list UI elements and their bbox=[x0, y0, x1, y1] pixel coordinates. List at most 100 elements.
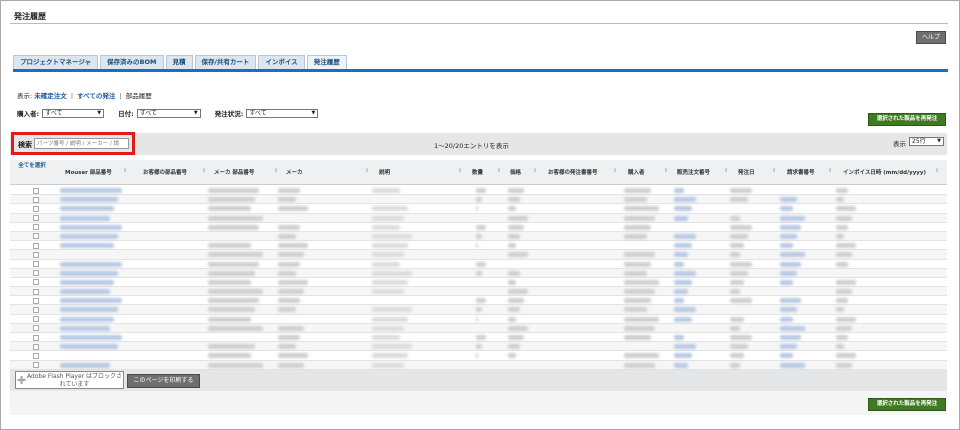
blurred-cell bbox=[372, 215, 404, 221]
blurred-cell bbox=[624, 197, 647, 203]
row-checkbox[interactable] bbox=[33, 251, 39, 258]
column-header[interactable]: インボイス日時 (mm/dd/yyyy) bbox=[843, 168, 926, 176]
blurred-cell bbox=[730, 335, 752, 340]
help-button[interactable]: ヘルプ bbox=[916, 31, 946, 44]
sort-icon[interactable]: ⇕ bbox=[533, 168, 537, 174]
blurred-cell bbox=[780, 224, 801, 230]
row-checkbox[interactable] bbox=[33, 306, 39, 313]
column-header[interactable]: メーカ bbox=[286, 168, 303, 176]
row-checkbox[interactable] bbox=[33, 270, 39, 277]
blurred-cell bbox=[730, 224, 752, 230]
link-unconfirmed-orders[interactable]: 未確定注文 bbox=[34, 92, 67, 100]
table-row[interactable] bbox=[10, 278, 947, 288]
row-checkbox[interactable] bbox=[33, 261, 39, 267]
row-checkbox[interactable] bbox=[33, 233, 39, 240]
status-select[interactable]: すべて ▼ bbox=[246, 108, 319, 118]
buyer-select[interactable]: すべて ▼ bbox=[42, 108, 105, 118]
print-page-button[interactable]: このページを印刷する bbox=[127, 374, 200, 388]
tab-saved-bom[interactable]: 保存済みのBOM bbox=[100, 55, 164, 69]
table-row[interactable] bbox=[10, 186, 947, 196]
blurred-cell bbox=[208, 197, 255, 203]
sort-icon[interactable]: ⇕ bbox=[365, 168, 369, 174]
table-row[interactable] bbox=[10, 296, 947, 306]
date-select[interactable]: すべて ▼ bbox=[136, 108, 201, 118]
tab-project-manager[interactable]: プロジェクトマネージャ bbox=[13, 55, 99, 69]
column-header[interactable]: 販売注文番号 bbox=[677, 168, 710, 176]
row-checkbox[interactable] bbox=[33, 352, 39, 359]
column-header[interactable]: お客様の部品番号 bbox=[143, 168, 187, 176]
table-row[interactable] bbox=[10, 241, 947, 251]
table-row[interactable] bbox=[10, 213, 947, 223]
row-checkbox[interactable] bbox=[33, 242, 39, 249]
column-header[interactable]: 説明 bbox=[379, 168, 390, 176]
column-header[interactable]: Mouser 部品番号 bbox=[65, 168, 112, 176]
table-row[interactable] bbox=[10, 360, 947, 370]
table-row[interactable] bbox=[10, 195, 947, 205]
table-row[interactable] bbox=[10, 333, 947, 343]
row-checkbox[interactable] bbox=[33, 334, 39, 341]
flash-blocked-notice[interactable]: Adobe Flash Player はブロックされています bbox=[15, 371, 124, 389]
row-checkbox[interactable] bbox=[33, 224, 39, 231]
sort-icon[interactable]: ⇕ bbox=[497, 168, 501, 174]
table-row[interactable] bbox=[10, 250, 947, 260]
table-row[interactable] bbox=[10, 260, 947, 269]
sort-icon[interactable]: ⇕ bbox=[123, 168, 127, 174]
reorder-selected-button-bottom[interactable]: 選択された製品を再発注 bbox=[868, 398, 946, 411]
tab-order-history[interactable]: 発注履歴 bbox=[306, 55, 347, 69]
table-row[interactable] bbox=[10, 231, 947, 242]
blurred-cell bbox=[674, 316, 692, 322]
blurred-cell bbox=[60, 233, 118, 239]
row-checkbox[interactable] bbox=[33, 316, 39, 323]
column-header[interactable]: 請求書番号 bbox=[787, 168, 815, 176]
blurred-cell bbox=[60, 188, 122, 193]
column-header[interactable]: 数量 bbox=[472, 168, 483, 176]
table-row[interactable] bbox=[10, 323, 947, 333]
column-header[interactable]: 価格 bbox=[510, 168, 521, 176]
table-row[interactable] bbox=[10, 342, 947, 352]
tab-saved-shared-cart[interactable]: 保存/共有カート bbox=[194, 55, 257, 69]
sort-icon[interactable]: ⇕ bbox=[935, 168, 939, 174]
sort-icon[interactable]: ⇕ bbox=[613, 168, 617, 174]
link-all-orders[interactable]: すべての発注 bbox=[77, 92, 115, 100]
tab-invoices[interactable]: インボイス bbox=[258, 55, 305, 69]
sort-icon[interactable]: ⇕ bbox=[664, 168, 668, 174]
column-header[interactable]: メーカ 部品番号 bbox=[214, 168, 254, 176]
table-row[interactable] bbox=[10, 223, 947, 232]
table-row[interactable] bbox=[10, 204, 947, 214]
row-checkbox[interactable] bbox=[33, 343, 39, 350]
table-row[interactable] bbox=[10, 305, 947, 315]
blurred-cell bbox=[674, 206, 692, 212]
row-checkbox[interactable] bbox=[33, 205, 39, 212]
table-row[interactable] bbox=[10, 315, 947, 324]
row-checkbox[interactable] bbox=[33, 297, 39, 304]
sort-icon[interactable]: ⇕ bbox=[772, 168, 776, 174]
blurred-cell bbox=[730, 261, 752, 267]
sort-icon[interactable]: ⇕ bbox=[458, 168, 462, 174]
blurred-cell bbox=[780, 279, 793, 285]
row-checkbox[interactable] bbox=[33, 288, 39, 295]
sort-icon[interactable]: ⇕ bbox=[202, 168, 206, 174]
blurred-cell bbox=[780, 197, 797, 203]
row-checkbox[interactable] bbox=[33, 187, 39, 194]
sort-icon[interactable]: ⇕ bbox=[828, 168, 832, 174]
row-checkbox[interactable] bbox=[33, 196, 39, 203]
sort-icon[interactable]: ⇕ bbox=[274, 168, 278, 174]
row-checkbox[interactable] bbox=[33, 325, 39, 332]
row-checkbox[interactable] bbox=[33, 279, 39, 286]
table-row[interactable] bbox=[10, 351, 947, 361]
tab-quotes[interactable]: 見積 bbox=[165, 55, 193, 69]
table-row[interactable] bbox=[10, 287, 947, 297]
select-all-link[interactable]: 全てを選択 bbox=[17, 163, 47, 170]
blurred-cell bbox=[60, 344, 118, 350]
sort-icon[interactable]: ⇕ bbox=[724, 168, 728, 174]
page-size-select[interactable]: 25行 ▼ bbox=[909, 137, 944, 146]
column-header[interactable]: お客様の発注書番号 bbox=[548, 168, 598, 176]
table-row[interactable] bbox=[10, 268, 947, 278]
reorder-selected-button[interactable]: 選択された製品を再発注 bbox=[868, 113, 946, 126]
blurred-cell bbox=[730, 243, 744, 249]
row-checkbox[interactable] bbox=[33, 362, 39, 369]
column-header[interactable]: 購入者 bbox=[628, 168, 645, 176]
column-header[interactable]: 発注日 bbox=[738, 168, 755, 176]
blurred-cell bbox=[208, 298, 259, 304]
row-checkbox[interactable] bbox=[33, 215, 39, 222]
